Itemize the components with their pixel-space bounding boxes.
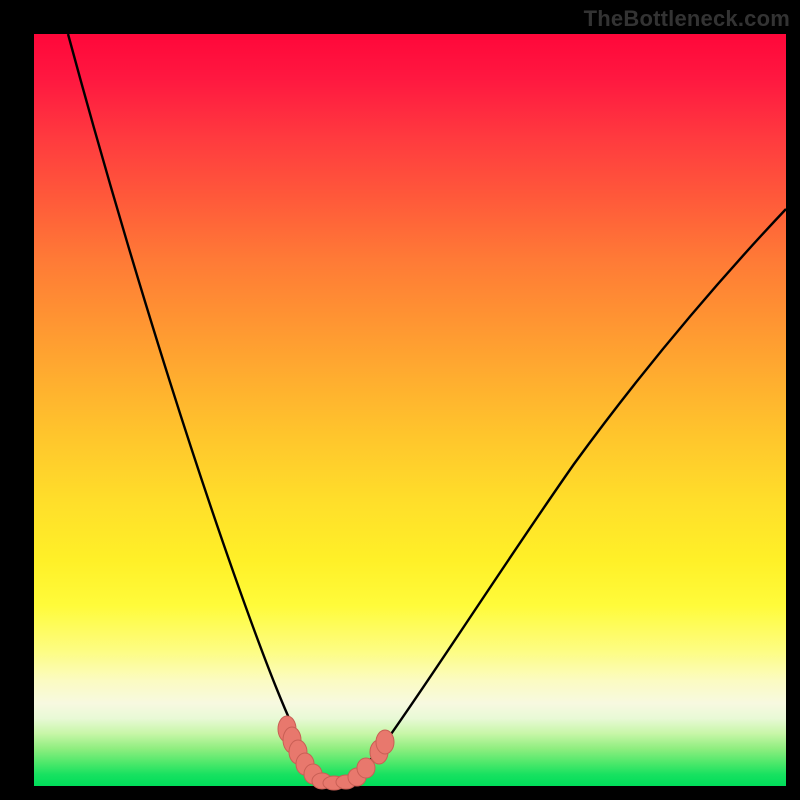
chart-svg	[34, 34, 786, 786]
marker-cluster	[278, 716, 394, 790]
marker-dot	[376, 730, 394, 754]
left-curve	[68, 34, 336, 784]
plot-area	[34, 34, 786, 786]
right-curve	[336, 209, 786, 784]
chart-frame: TheBottleneck.com	[0, 0, 800, 800]
marker-dot	[357, 758, 375, 778]
watermark-text: TheBottleneck.com	[584, 6, 790, 32]
